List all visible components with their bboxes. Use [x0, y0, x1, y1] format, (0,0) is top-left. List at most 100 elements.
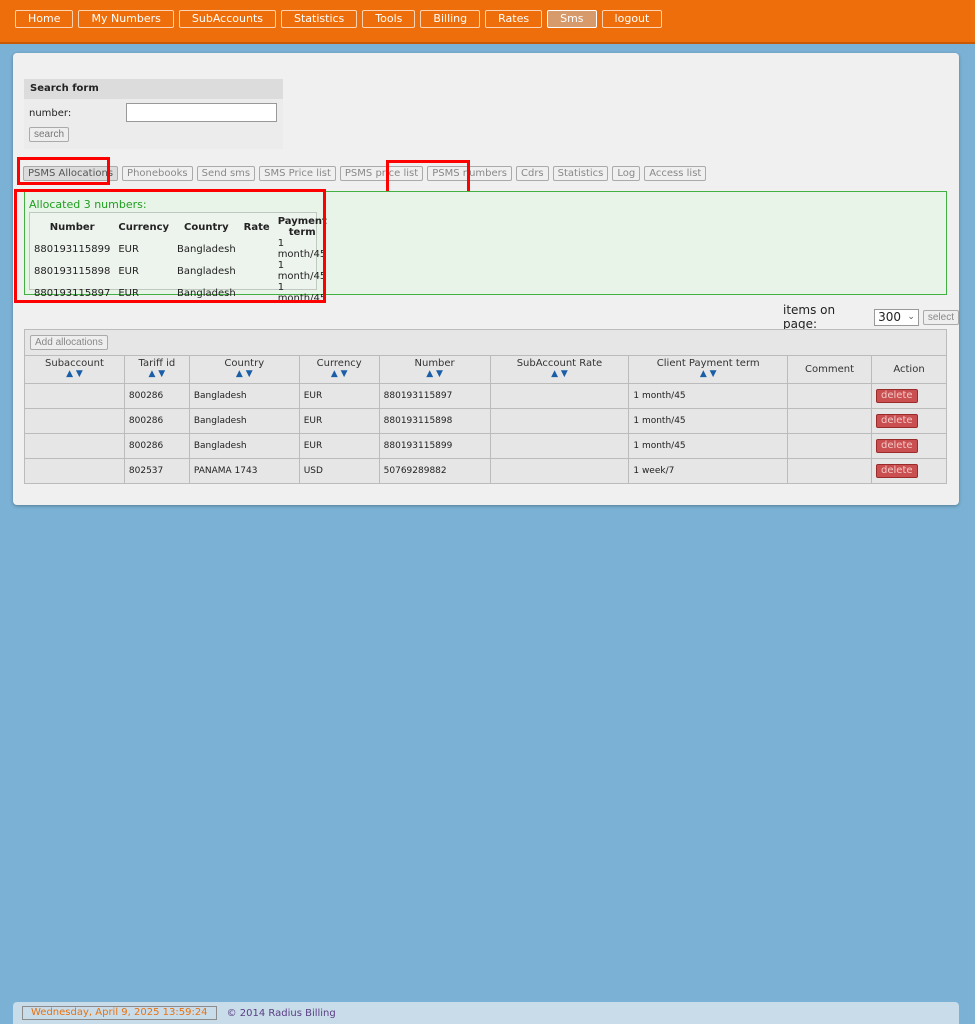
tab-phonebooks[interactable]: Phonebooks: [122, 166, 193, 181]
sort-arrows-icon[interactable]: ▲ ▼: [300, 369, 379, 379]
search-button[interactable]: search: [29, 127, 70, 142]
table-row: 800286 Bangladesh EUR 880193115899 1 month/4…: [24, 433, 947, 459]
delete-button[interactable]: delete: [876, 414, 918, 428]
cell-action: delete: [871, 458, 947, 484]
allocated-col-number: Number: [49, 221, 95, 233]
select-button[interactable]: select: [922, 309, 959, 325]
allocations-box: Add allocations Subaccount ▲ ▼ Tariff id ▲ …: [24, 329, 947, 484]
tab-send-sms[interactable]: Send sms: [196, 166, 256, 181]
cell-subaccount: [24, 408, 125, 434]
cell-currency: EUR: [298, 408, 380, 434]
cell-comment: [787, 433, 873, 459]
allocated-numbers-table: Number Currency Country Rate Payment term 88…: [30, 213, 331, 304]
cell-comment: [787, 408, 873, 434]
cell-country: PANAMA 1743: [188, 458, 300, 484]
cell-action: delete: [871, 383, 947, 409]
allocated-cell-currency: EUR: [118, 243, 139, 255]
allocation-message-box: Allocated 3 numbers: Number Currency Count…: [24, 191, 947, 304]
nav-billing-button[interactable]: Billing: [420, 10, 481, 28]
allocated-cell-number: 880193115898: [34, 265, 111, 277]
col-subaccount-label: Subaccount: [45, 358, 104, 369]
allocated-cell-country: Bangladesh: [177, 243, 236, 255]
nav-subaccounts-button[interactable]: SubAccounts: [178, 10, 276, 28]
cell-client-payment-term: 1 month/45: [628, 383, 789, 409]
allocated-col-rate: Rate: [243, 221, 270, 233]
sort-arrows-icon[interactable]: ▲ ▼: [380, 369, 490, 379]
items-per-page-select[interactable]: 300 ⌄: [874, 308, 919, 326]
sort-arrows-icon[interactable]: ▲ ▼: [125, 369, 189, 379]
number-label: number:: [29, 108, 72, 119]
cell-comment: [787, 458, 873, 484]
nav-statistics-button[interactable]: Statistics: [281, 10, 358, 28]
cell-country: Bangladesh: [188, 433, 300, 459]
add-allocations-button[interactable]: Add allocations: [30, 335, 108, 350]
allocated-cell-number: 880193115899: [34, 243, 111, 255]
tab-psms-price-list[interactable]: PSMS price list: [339, 166, 424, 181]
cell-subaccount: [24, 458, 125, 484]
date-display: Wednesday, April 9, 2025 13:59:24: [22, 1006, 217, 1020]
sort-arrows-icon[interactable]: ▲ ▼: [629, 369, 787, 379]
nav-sms-button[interactable]: Sms: [547, 10, 597, 28]
col-subaccount-rate-label: SubAccount Rate: [516, 358, 603, 369]
cell-client-payment-term: 1 month/45: [628, 408, 789, 434]
allocated-cell-payment-term: 1 month/45: [277, 260, 327, 282]
allocated-col-payment-term: Payment term: [277, 216, 327, 238]
nav-home-button[interactable]: Home: [15, 10, 74, 28]
cell-tariff-id: 800286: [123, 383, 190, 409]
nav-rates-button[interactable]: Rates: [485, 10, 543, 28]
cell-client-payment-term: 1 week/7: [628, 458, 789, 484]
main-nav: Home My Numbers SubAccounts Statistics Tools…: [15, 10, 667, 28]
cell-client-payment-term: 1 month/45: [628, 433, 789, 459]
allocated-col-currency: Currency: [118, 221, 170, 233]
delete-button[interactable]: delete: [876, 439, 918, 453]
nav-my-numbers-button[interactable]: My Numbers: [78, 10, 174, 28]
copyright: © 2014 Radius Billing: [226, 1007, 336, 1019]
cell-currency: EUR: [298, 383, 380, 409]
col-subaccount-rate: SubAccount Rate ▲ ▼: [489, 355, 630, 384]
tab-access-list[interactable]: Access list: [644, 166, 707, 181]
sort-arrows-icon[interactable]: ▲ ▼: [190, 369, 299, 379]
cell-country: Bangladesh: [188, 408, 300, 434]
table-row: 800286 Bangladesh EUR 880193115898 1 month/4…: [24, 408, 947, 434]
col-number: Number ▲ ▼: [378, 355, 491, 384]
delete-button[interactable]: delete: [876, 464, 918, 478]
allocated-cell-currency: EUR: [118, 287, 139, 299]
allocated-col-country: Country: [184, 221, 229, 233]
items-per-page-value: 300: [878, 309, 902, 324]
sort-arrows-icon[interactable]: ▲ ▼: [491, 369, 629, 379]
nav-logout-button[interactable]: logout: [601, 10, 663, 28]
allocated-cell-payment-term: 1 month/45: [277, 238, 327, 260]
cell-tariff-id: 800286: [123, 433, 190, 459]
delete-button[interactable]: delete: [876, 389, 918, 403]
cell-subaccount-rate: [489, 458, 630, 484]
footer: Wednesday, April 9, 2025 13:59:24 © 2014…: [13, 1002, 959, 1024]
tab-statistics[interactable]: Statistics: [552, 166, 609, 181]
tab-sms-price-list[interactable]: SMS Price list: [259, 166, 336, 181]
number-input[interactable]: [126, 103, 277, 122]
allocated-numbers-panel: Number Currency Country Rate Payment term 88…: [29, 212, 327, 304]
tab-psms-numbers[interactable]: PSMS numbers: [427, 166, 512, 181]
nav-tools-button[interactable]: Tools: [362, 10, 416, 28]
cell-subaccount: [24, 383, 125, 409]
cell-subaccount-rate: [489, 433, 630, 459]
cell-tariff-id: 802537: [123, 458, 190, 484]
col-tariff-id-label: Tariff id: [138, 358, 176, 369]
search-form-title: Search form: [24, 79, 283, 99]
allocated-cell-currency: EUR: [118, 265, 139, 277]
allocations-table-header: Subaccount ▲ ▼ Tariff id ▲ ▼ Country ▲ ▼ Curre…: [24, 355, 947, 384]
col-currency: Currency ▲ ▼: [298, 355, 380, 384]
allocated-row: 880193115898 EUR Bangladesh 1 month/45: [30, 260, 331, 282]
tab-log[interactable]: Log: [612, 166, 641, 181]
tab-cdrs[interactable]: Cdrs: [515, 166, 549, 181]
allocated-cell-rate: [240, 260, 274, 282]
cell-action: delete: [871, 433, 947, 459]
allocated-table-body: 880193115899 EUR Bangladesh 1 month/45 88019…: [30, 238, 331, 304]
tab-psms-allocations[interactable]: PSMS Allocations: [23, 166, 119, 181]
col-client-payment-term-label: Client Payment term: [656, 358, 760, 369]
allocated-cell-payment-term: 1 month/45: [277, 282, 327, 304]
col-tariff-id: Tariff id ▲ ▼: [123, 355, 190, 384]
cell-tariff-id: 800286: [123, 408, 190, 434]
allocated-row: 880193115897 EUR Bangladesh 1 month/45: [30, 282, 331, 304]
sort-arrows-icon[interactable]: ▲ ▼: [25, 369, 124, 379]
col-currency-label: Currency: [316, 358, 362, 369]
